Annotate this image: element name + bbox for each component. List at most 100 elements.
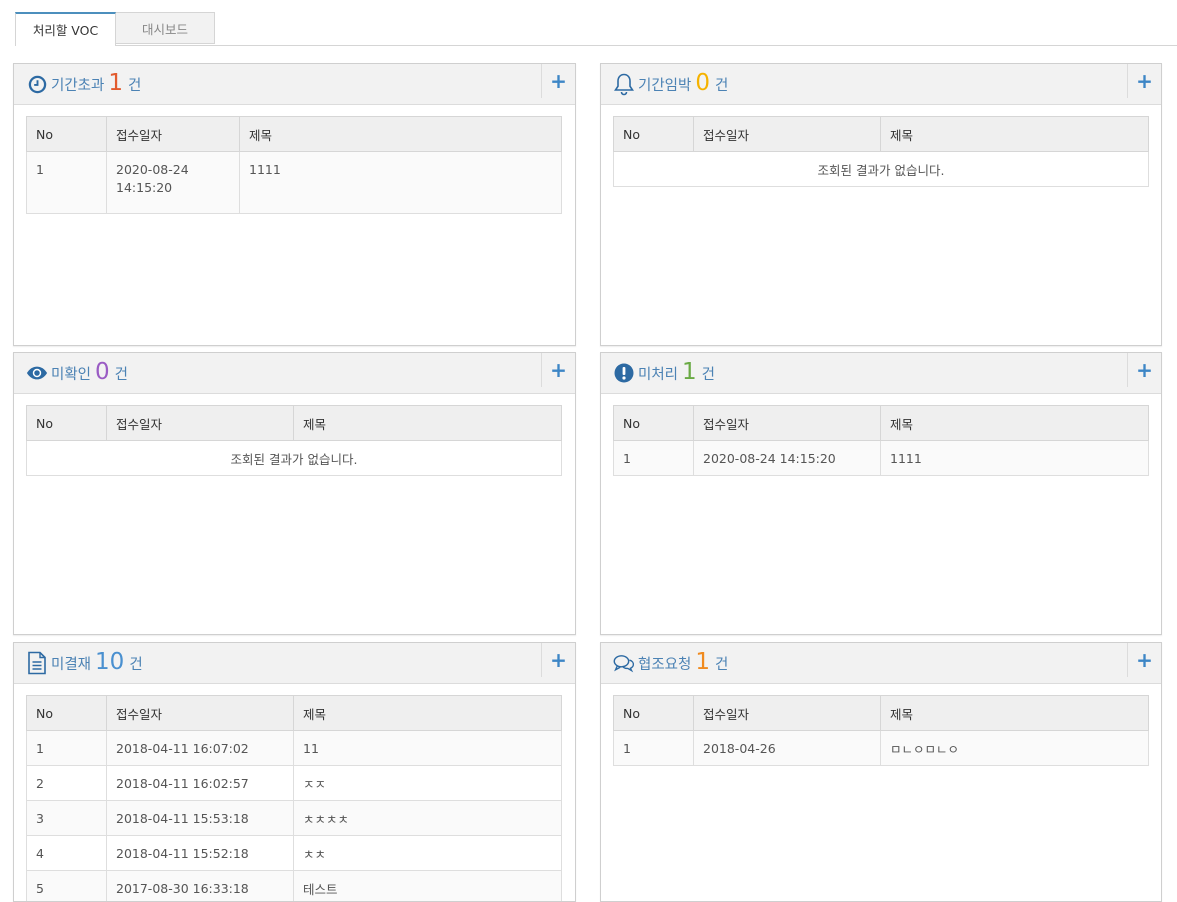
- panel-count-unit: 건: [715, 653, 728, 674]
- column-header: 제목: [294, 696, 562, 731]
- column-header: 제목: [881, 406, 1149, 441]
- panel-header: 미결재10건 +: [14, 643, 575, 684]
- more-button[interactable]: +: [541, 353, 575, 387]
- table-row[interactable]: 12020-08-24 14:15:201111: [614, 441, 1149, 476]
- more-button[interactable]: +: [541, 643, 575, 677]
- table-header-row: No접수일자제목: [614, 406, 1149, 441]
- cell-date: 2018-04-11 15:53:18: [107, 801, 294, 836]
- panel-count-unit: 건: [128, 74, 141, 95]
- column-header: No: [614, 117, 694, 152]
- cell-no: 5: [27, 871, 107, 902]
- panel-count: 10: [95, 651, 124, 674]
- cell-date: 2018-04-11 15:52:18: [107, 836, 294, 871]
- cell-title[interactable]: ㅈㅈ: [294, 766, 562, 801]
- exclamation-icon: [613, 362, 635, 384]
- cell-title[interactable]: 1111: [240, 152, 562, 214]
- panel-title-label: 미결재: [51, 653, 91, 674]
- panel-count: 1: [682, 361, 697, 384]
- empty-message: 조회된 결과가 없습니다.: [614, 152, 1149, 187]
- column-header: 제목: [881, 696, 1149, 731]
- clock-icon: [26, 73, 48, 95]
- cell-title[interactable]: 테스트: [294, 871, 562, 902]
- table-row[interactable]: 42018-04-11 15:52:18ㅊㅊ: [27, 836, 562, 871]
- table-header-row: No접수일자제목: [614, 117, 1149, 152]
- voc-table: No접수일자제목12020-08-24 14:15:201111: [26, 116, 562, 214]
- cell-no: 1: [614, 731, 694, 766]
- more-button[interactable]: +: [541, 64, 575, 98]
- panel-unprocessed: 미처리1건+No접수일자제목12020-08-24 14:15:201111: [600, 352, 1162, 635]
- voc-table: No접수일자제목조회된 결과가 없습니다.: [613, 116, 1149, 187]
- cell-date: 2018-04-11 16:07:02: [107, 731, 294, 766]
- column-header: No: [27, 117, 107, 152]
- tab-dashboard[interactable]: 대시보드: [116, 12, 215, 44]
- panel-count: 0: [695, 72, 710, 95]
- column-header: 접수일자: [107, 406, 294, 441]
- panel-imminent: 기간임박0건 + No접수일자제목조회된 결과가 없습니다.: [600, 63, 1162, 346]
- panel-header: 미처리1건+: [601, 353, 1161, 394]
- column-header: 접수일자: [107, 117, 240, 152]
- cell-title[interactable]: 1111: [881, 441, 1149, 476]
- cell-title[interactable]: ㅊㅊ: [294, 836, 562, 871]
- cell-date: 2020-08-24 14:15:20: [107, 152, 240, 214]
- document-icon: [26, 652, 48, 674]
- table-row[interactable]: 32018-04-11 15:53:18ㅊㅊㅊㅊ: [27, 801, 562, 836]
- panel-count-unit: 건: [702, 363, 715, 384]
- panel-title-label: 미확인: [51, 363, 91, 384]
- voc-table: No접수일자제목12020-08-24 14:15:201111: [613, 405, 1149, 476]
- cell-date: 2017-08-30 16:33:18: [107, 871, 294, 902]
- panel-title: 기간초과1건: [26, 64, 141, 104]
- table-row[interactable]: 12018-04-11 16:07:0211: [27, 731, 562, 766]
- table-row[interactable]: 52017-08-30 16:33:18테스트: [27, 871, 562, 902]
- cell-date: 2020-08-24 14:15:20: [694, 441, 881, 476]
- cell-no: 1: [27, 152, 107, 214]
- panel-count-unit: 건: [115, 363, 128, 384]
- tab-bar: 처리할 VOC 대시보드: [15, 12, 1177, 46]
- table-row[interactable]: 22018-04-11 16:02:57ㅈㅈ: [27, 766, 562, 801]
- cell-no: 2: [27, 766, 107, 801]
- panel-count-unit: 건: [715, 74, 728, 95]
- panel-title: 협조요청1건: [613, 643, 728, 683]
- panel-header: 기간임박0건 +: [601, 64, 1161, 105]
- panel-title-label: 협조요청: [638, 653, 691, 674]
- panel-unread: 미확인0건 + No접수일자제목조회된 결과가 없습니다.: [13, 352, 576, 635]
- table-header-row: No접수일자제목: [27, 406, 562, 441]
- panel-title: 미확인0건: [26, 353, 128, 393]
- panel-count: 0: [95, 361, 110, 384]
- column-header: 제목: [881, 117, 1149, 152]
- cell-title[interactable]: ㅊㅊㅊㅊ: [294, 801, 562, 836]
- more-button[interactable]: +: [1127, 353, 1161, 387]
- cell-no: 3: [27, 801, 107, 836]
- table-row[interactable]: 12018-04-26ㅁㄴㅇㅁㄴㅇ: [614, 731, 1149, 766]
- column-header: No: [614, 406, 694, 441]
- table-row[interactable]: 12020-08-24 14:15:201111: [27, 152, 562, 214]
- column-header: 접수일자: [107, 696, 294, 731]
- column-header: 제목: [240, 117, 562, 152]
- panel-header: 미확인0건 +: [14, 353, 575, 394]
- voc-table: No접수일자제목12018-04-26ㅁㄴㅇㅁㄴㅇ: [613, 695, 1149, 766]
- panel-cooperation: 협조요청1건+No접수일자제목12018-04-26ㅁㄴㅇㅁㄴㅇ: [600, 642, 1162, 902]
- column-header: 제목: [294, 406, 562, 441]
- table-header-row: No접수일자제목: [614, 696, 1149, 731]
- more-button[interactable]: +: [1127, 64, 1161, 98]
- panel-count-unit: 건: [129, 653, 142, 674]
- cell-date: 2018-04-11 16:02:57: [107, 766, 294, 801]
- column-header: No: [614, 696, 694, 731]
- tab-voc-todo[interactable]: 처리할 VOC: [15, 12, 116, 46]
- panel-header: 기간초과1건 +: [14, 64, 575, 105]
- bell-icon: [613, 73, 635, 95]
- empty-row: 조회된 결과가 없습니다.: [614, 152, 1149, 187]
- column-header: No: [27, 696, 107, 731]
- column-header: 접수일자: [694, 117, 881, 152]
- cell-title[interactable]: 11: [294, 731, 562, 766]
- chat-icon: [613, 652, 635, 674]
- panel-title: 기간임박0건: [613, 64, 728, 104]
- table-header-row: No접수일자제목: [27, 117, 562, 152]
- cell-no: 1: [27, 731, 107, 766]
- cell-title[interactable]: ㅁㄴㅇㅁㄴㅇ: [881, 731, 1149, 766]
- empty-message: 조회된 결과가 없습니다.: [27, 441, 562, 476]
- more-button[interactable]: +: [1127, 643, 1161, 677]
- cell-no: 1: [614, 441, 694, 476]
- table-header-row: No접수일자제목: [27, 696, 562, 731]
- cell-date: 2018-04-26: [694, 731, 881, 766]
- empty-row: 조회된 결과가 없습니다.: [27, 441, 562, 476]
